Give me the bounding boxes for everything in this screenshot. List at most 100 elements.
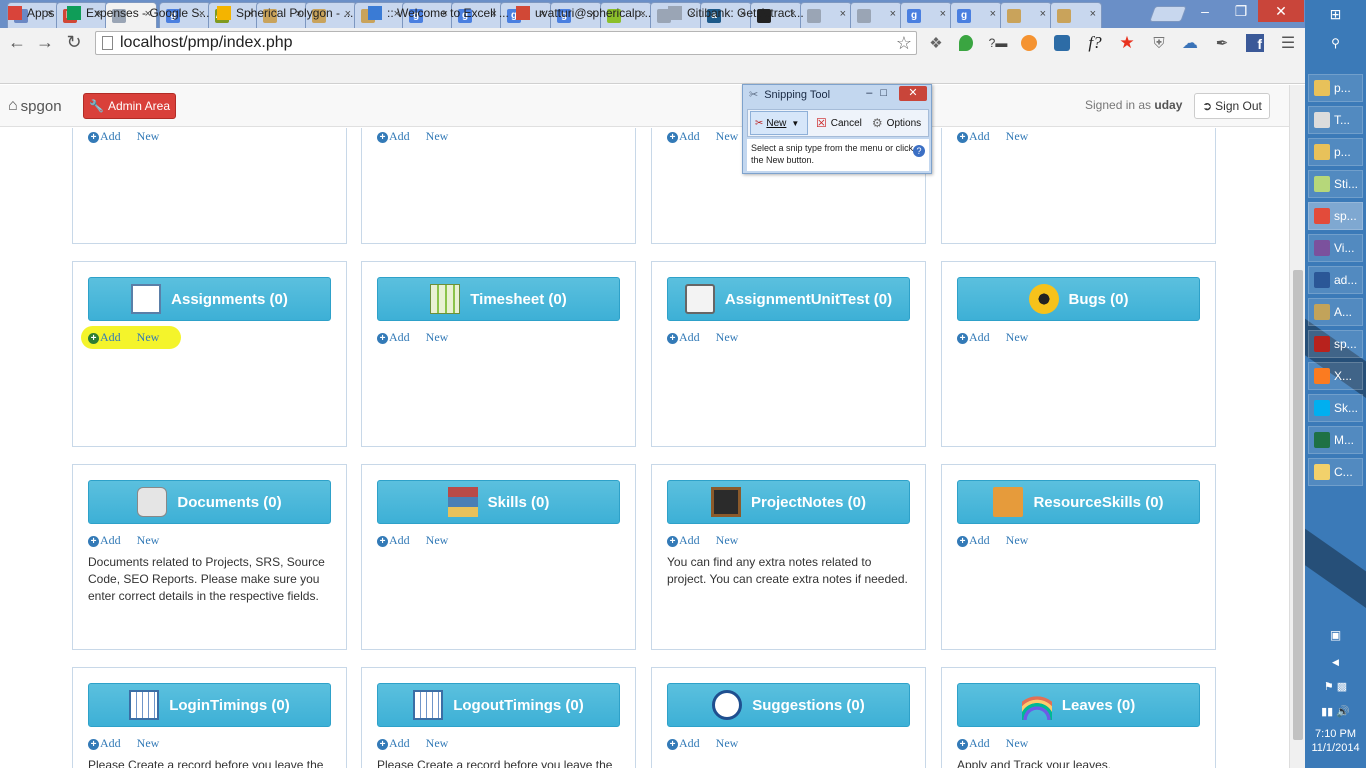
add-link[interactable]: + Add bbox=[88, 736, 121, 751]
taskbar-item[interactable]: C... bbox=[1308, 458, 1363, 486]
close-tab-icon[interactable]: × bbox=[1040, 8, 1046, 20]
bookmark-item[interactable]: :: Welcome to Excell ... bbox=[368, 5, 509, 21]
bookmark-item[interactable]: Spherical Polygon - ... bbox=[217, 5, 353, 21]
taskbar-item[interactable]: Sti... bbox=[1308, 170, 1363, 198]
w-extension-icon[interactable] bbox=[1019, 33, 1039, 53]
cloud-extension-icon[interactable]: ☁ bbox=[1180, 33, 1200, 53]
close-tab-icon[interactable]: × bbox=[840, 8, 846, 20]
new-link[interactable]: New bbox=[716, 129, 739, 144]
brand[interactable]: ⌂ spgon bbox=[8, 97, 62, 115]
snipping-tool-cancel-button[interactable]: ☒ Cancel bbox=[816, 116, 862, 130]
sign-out-button[interactable]: ➲ Sign Out bbox=[1194, 93, 1270, 119]
new-link[interactable]: New bbox=[426, 533, 449, 548]
add-link[interactable]: + Add bbox=[957, 533, 990, 548]
browser-tab[interactable]: g × bbox=[900, 2, 952, 28]
module-button[interactable]: ProjectNotes (0) bbox=[667, 480, 910, 524]
formula-extension-icon[interactable]: f? bbox=[1085, 33, 1105, 53]
taskbar-item[interactable]: sp... bbox=[1308, 202, 1363, 230]
bookmark-star-icon[interactable]: ☆ bbox=[896, 33, 912, 54]
snipping-tool-options-button[interactable]: ⚙ Options bbox=[872, 116, 921, 130]
scrollbar-thumb[interactable] bbox=[1293, 270, 1303, 740]
new-link[interactable]: New bbox=[716, 736, 739, 751]
module-button[interactable]: Timesheet (0) bbox=[377, 277, 620, 321]
star-extension-icon[interactable]: ★ bbox=[1117, 33, 1137, 53]
module-button[interactable]: Suggestions (0) bbox=[667, 683, 910, 727]
add-link[interactable]: + Add bbox=[667, 533, 700, 548]
new-link[interactable]: New bbox=[716, 533, 739, 548]
whatfont-extension-icon[interactable]: ?▬ bbox=[988, 33, 1008, 53]
snipping-tool-new-button[interactable]: ✂ New ▼ bbox=[750, 111, 808, 135]
taskbar-item[interactable]: p... bbox=[1308, 138, 1363, 166]
module-button[interactable]: Bugs (0) bbox=[957, 277, 1200, 321]
browser-tab[interactable]: g × bbox=[950, 2, 1002, 28]
module-button[interactable]: LogoutTimings (0) bbox=[377, 683, 620, 727]
new-link[interactable]: New bbox=[716, 330, 739, 345]
new-link[interactable]: New bbox=[1006, 129, 1029, 144]
chevron-left-icon[interactable]: ◀ bbox=[1305, 657, 1366, 668]
add-link[interactable]: + Add bbox=[957, 736, 990, 751]
puzzle-extension-icon[interactable]: ❖ bbox=[926, 33, 946, 53]
network-volume-icon[interactable]: ▮▮ 🔊 bbox=[1305, 705, 1366, 718]
module-button[interactable]: AssignmentUnitTest (0) bbox=[667, 277, 910, 321]
add-link[interactable]: + Add bbox=[377, 533, 410, 548]
minimize-window-button[interactable]: – bbox=[1190, 0, 1220, 22]
bookmark-item[interactable]: Citibank: Get Attract... bbox=[668, 5, 804, 21]
browser-tab[interactable]: × bbox=[800, 2, 852, 28]
close-tab-icon[interactable]: × bbox=[940, 8, 946, 20]
bookmark-item[interactable]: Expenses - Google S... bbox=[67, 5, 209, 21]
snipping-tool-close-button[interactable]: ✕ bbox=[899, 86, 927, 101]
facebook-extension-icon[interactable]: f bbox=[1245, 33, 1265, 53]
taskbar-item[interactable]: sp... bbox=[1308, 330, 1363, 358]
module-button[interactable]: Assignments (0) bbox=[88, 277, 331, 321]
taskbar-item[interactable]: Sk... bbox=[1308, 394, 1363, 422]
restore-window-button[interactable]: ❐ bbox=[1226, 0, 1256, 22]
evernote-extension-icon[interactable] bbox=[956, 33, 976, 53]
help-icon[interactable]: ? bbox=[913, 145, 925, 157]
add-link[interactable]: + Add bbox=[957, 129, 990, 144]
close-tab-icon[interactable]: × bbox=[1090, 8, 1096, 20]
forward-icon[interactable]: → bbox=[34, 31, 56, 53]
add-link[interactable]: + Add bbox=[88, 129, 121, 144]
new-link[interactable]: New bbox=[426, 736, 449, 751]
windows-start-icon[interactable]: ⊞ bbox=[1305, 6, 1366, 23]
add-link[interactable]: + Add bbox=[667, 736, 700, 751]
module-button[interactable]: ResourceSkills (0) bbox=[957, 480, 1200, 524]
new-link[interactable]: New bbox=[137, 736, 160, 751]
camera-extension-icon[interactable] bbox=[1052, 33, 1072, 53]
close-tab-icon[interactable]: × bbox=[990, 8, 996, 20]
shield-extension-icon[interactable]: ⛨ bbox=[1149, 33, 1169, 53]
add-link[interactable]: + Add bbox=[377, 330, 410, 345]
taskbar-item[interactable]: Vi... bbox=[1308, 234, 1363, 262]
add-link[interactable]: + Add bbox=[88, 533, 121, 548]
eyedropper-extension-icon[interactable]: ✒ bbox=[1212, 33, 1232, 53]
flag-icon[interactable]: ⚑ ▩ bbox=[1305, 680, 1366, 693]
new-link[interactable]: New bbox=[137, 129, 160, 144]
taskbar-item[interactable]: X... bbox=[1308, 362, 1363, 390]
reload-icon[interactable]: ↻ bbox=[63, 31, 85, 53]
add-link[interactable]: + Add bbox=[667, 330, 700, 345]
add-link[interactable]: + Add bbox=[377, 129, 410, 144]
new-link[interactable]: New bbox=[1006, 533, 1029, 548]
search-icon[interactable]: ⚲ bbox=[1305, 36, 1366, 50]
browser-tab[interactable]: × bbox=[1000, 2, 1052, 28]
close-window-button[interactable]: ✕ bbox=[1258, 0, 1304, 22]
taskbar-clock[interactable]: 7:10 PM 11/1/2014 bbox=[1305, 727, 1366, 755]
bookmark-item[interactable]: uvatturi@sphericalp... bbox=[516, 5, 651, 21]
add-link[interactable]: + Add bbox=[377, 736, 410, 751]
module-button[interactable]: Documents (0) bbox=[88, 480, 331, 524]
new-link[interactable]: New bbox=[137, 533, 160, 548]
taskbar-item[interactable]: M... bbox=[1308, 426, 1363, 454]
taskbar-item[interactable]: p... bbox=[1308, 74, 1363, 102]
action-center-icon[interactable]: ▣ bbox=[1305, 628, 1366, 642]
snipping-tool-window-controls[interactable]: –□ bbox=[866, 87, 895, 99]
module-button[interactable]: Skills (0) bbox=[377, 480, 620, 524]
menu-icon[interactable]: ☰ bbox=[1278, 33, 1298, 53]
back-icon[interactable]: ← bbox=[6, 31, 28, 53]
new-link[interactable]: New bbox=[1006, 736, 1029, 751]
taskbar-item[interactable]: A... bbox=[1308, 298, 1363, 326]
chevron-down-icon[interactable]: ▼ bbox=[791, 119, 799, 128]
new-tab-button[interactable] bbox=[1149, 6, 1187, 22]
page-scrollbar[interactable] bbox=[1289, 85, 1305, 768]
address-bar[interactable]: localhost/pmp/index.php ☆ bbox=[95, 31, 917, 55]
taskbar-item[interactable]: T... bbox=[1308, 106, 1363, 134]
